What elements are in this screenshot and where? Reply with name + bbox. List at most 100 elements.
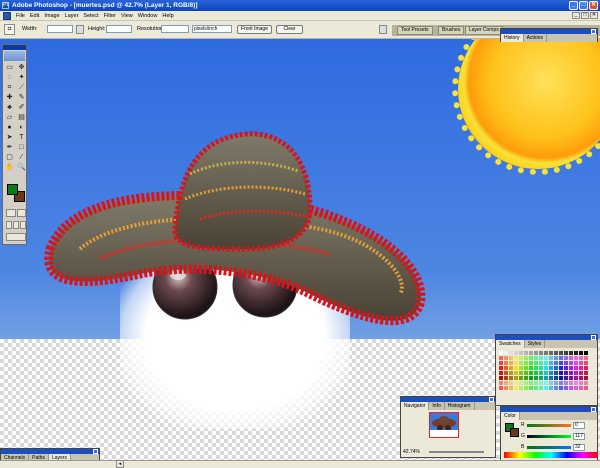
zoom-tool-icon[interactable]: 🔍 (16, 163, 27, 173)
well-tab-layer-comps[interactable]: Layer Comps (465, 26, 503, 35)
swatch-cell[interactable] (549, 381, 553, 385)
standard-screen-button[interactable] (6, 221, 12, 229)
swatch-cell[interactable] (584, 376, 588, 380)
menu-help[interactable]: Help (162, 13, 173, 19)
quick-mask-mode-button[interactable] (16, 209, 26, 217)
swatch-cell[interactable] (504, 376, 508, 380)
swatch-cell[interactable] (504, 351, 508, 355)
swatch-cell[interactable] (584, 371, 588, 375)
type-tool-icon[interactable]: T (16, 133, 27, 143)
swatch-cell[interactable] (544, 356, 548, 360)
menu-window[interactable]: Window (138, 13, 158, 19)
pen-tool-icon[interactable]: ✒ (4, 143, 15, 153)
swatch-cell[interactable] (524, 376, 528, 380)
swatch-cell[interactable] (564, 371, 568, 375)
clone-stamp-tool-icon[interactable]: ♣ (4, 103, 15, 113)
swatch-cell[interactable] (509, 381, 513, 385)
swatch-cell[interactable] (519, 351, 523, 355)
swatch-cell[interactable] (569, 376, 573, 380)
swatch-cell[interactable] (569, 361, 573, 365)
menu-view[interactable]: View (121, 13, 133, 19)
swatch-cell[interactable] (574, 356, 578, 360)
swatch-cell[interactable] (584, 381, 588, 385)
swatch-cell[interactable] (539, 366, 543, 370)
swatch-cell[interactable] (534, 351, 538, 355)
swatch-cell[interactable] (524, 371, 528, 375)
swatch-cell[interactable] (524, 366, 528, 370)
navigator-thumbnail[interactable] (429, 412, 459, 438)
swatch-cell[interactable] (564, 386, 568, 390)
menu-select[interactable]: Select (83, 13, 98, 19)
document-icon[interactable] (3, 11, 11, 20)
swatch-cell[interactable] (514, 366, 518, 370)
swatch-cell[interactable] (509, 366, 513, 370)
swatch-cell[interactable] (549, 376, 553, 380)
swatch-cell[interactable] (529, 381, 533, 385)
swatch-cell[interactable] (579, 356, 583, 360)
adobe-online-icon[interactable] (4, 51, 25, 61)
swatch-cell[interactable] (514, 361, 518, 365)
swatch-cell[interactable] (514, 356, 518, 360)
hand-tool-icon[interactable]: ✋ (4, 163, 15, 173)
swatch-cell[interactable] (564, 356, 568, 360)
palette-well-toggle-icon[interactable] (379, 25, 387, 34)
marquee-tool-icon[interactable]: ▭ (4, 63, 15, 73)
swatch-cell[interactable] (519, 381, 523, 385)
swatch-cell[interactable] (534, 356, 538, 360)
swatch-cell[interactable] (559, 376, 563, 380)
swatch-cell[interactable] (539, 356, 543, 360)
menu-file[interactable]: File (16, 13, 25, 19)
swatch-cell[interactable] (529, 356, 533, 360)
clear-button[interactable]: Clear (276, 25, 303, 34)
eraser-tool-icon[interactable]: ▱ (4, 113, 15, 123)
swatch-cell[interactable] (519, 371, 523, 375)
swatch-cell[interactable] (569, 351, 573, 355)
swatch-cell[interactable] (509, 376, 513, 380)
swatch-cell[interactable] (564, 361, 568, 365)
swatch-cell[interactable] (534, 376, 538, 380)
swatch-cell[interactable] (514, 351, 518, 355)
swatch-cell[interactable] (534, 381, 538, 385)
swatch-cell[interactable] (549, 371, 553, 375)
blue-value-input[interactable]: 32 (573, 444, 585, 451)
red-value-input[interactable]: 0 (573, 422, 585, 429)
swatch-cell[interactable] (509, 361, 513, 365)
swatch-cell[interactable] (559, 356, 563, 360)
swatch-cell[interactable] (519, 356, 523, 360)
swatch-cell[interactable] (534, 386, 538, 390)
swatch-cell[interactable] (514, 386, 518, 390)
swatch-cell[interactable] (544, 386, 548, 390)
swatch-cell[interactable] (579, 386, 583, 390)
swatch-cell[interactable] (569, 386, 573, 390)
swatch-cell[interactable] (499, 356, 503, 360)
swatch-cell[interactable] (584, 351, 588, 355)
dodge-tool-icon[interactable]: ◐ (16, 123, 27, 133)
swatch-cell[interactable] (574, 376, 578, 380)
move-tool-icon[interactable]: ✥ (16, 63, 27, 73)
navigator-panel-close-icon[interactable] (489, 397, 494, 402)
swatch-cell[interactable] (574, 371, 578, 375)
swatch-cell[interactable] (529, 371, 533, 375)
swatch-cell[interactable] (524, 351, 528, 355)
tab-info[interactable]: Info (429, 402, 445, 410)
swatch-cell[interactable] (509, 356, 513, 360)
swatch-cell[interactable] (564, 381, 568, 385)
swatch-cell[interactable] (584, 356, 588, 360)
lasso-tool-icon[interactable]: ◌ (4, 73, 15, 83)
swatch-cell[interactable] (579, 376, 583, 380)
swatch-cell[interactable] (549, 351, 553, 355)
swatch-cell[interactable] (534, 361, 538, 365)
history-brush-tool-icon[interactable]: ✐ (16, 103, 27, 113)
swap-dimensions-icon[interactable] (76, 25, 84, 34)
swatch-cell[interactable] (554, 381, 558, 385)
swatch-cell[interactable] (579, 351, 583, 355)
swatch-cell[interactable] (529, 386, 533, 390)
well-tab-tool-presets[interactable]: Tool Presets (397, 26, 433, 35)
swatch-cell[interactable] (554, 356, 558, 360)
swatch-cell[interactable] (564, 351, 568, 355)
eyedropper-tool-icon[interactable]: ⁄ (16, 153, 27, 163)
swatch-cell[interactable] (579, 381, 583, 385)
swatch-cell[interactable] (499, 371, 503, 375)
swatch-cell[interactable] (574, 351, 578, 355)
notes-tool-icon[interactable]: ▢ (4, 153, 15, 163)
